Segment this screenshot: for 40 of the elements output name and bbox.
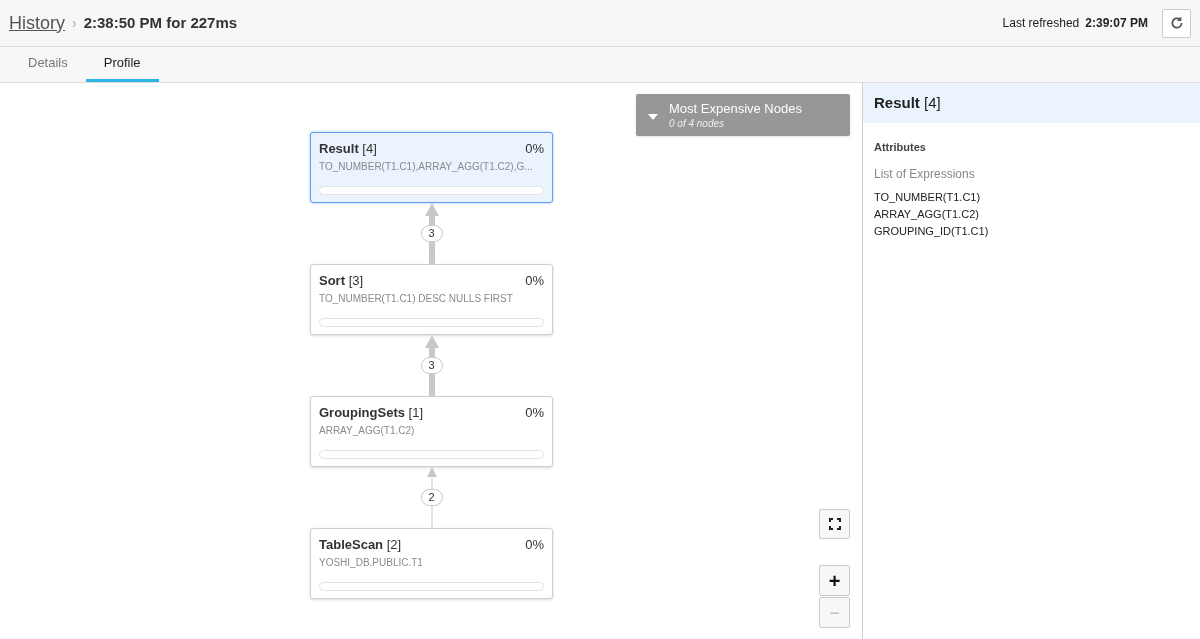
section-heading: Attributes <box>874 140 927 155</box>
expression-text: GROUPING_ID(T1.C1) <box>874 223 990 239</box>
refreshed-label: Last refreshed <box>1002 15 1080 32</box>
zoom-in-button[interactable]: + <box>819 565 850 596</box>
node-detail: TO_NUMBER(T1.C1) DESC NULLS FIRST <box>319 292 514 306</box>
node-title: TableScan [2] <box>319 536 402 555</box>
edge-label: 3 <box>420 225 443 242</box>
page-title: 2:38:50 PM for 227ms <box>83 12 238 33</box>
node-percent: 0% <box>525 272 544 291</box>
expression-text: ARRAY_AGG(T1.C2) <box>874 206 980 222</box>
plan-node[interactable]: Result [4] 0% TO_NUMBER(T1.C1),ARRAY_AGG(T1.C2),G... <box>310 132 553 203</box>
plan-node[interactable]: Sort [3] 0% TO_NUMBER(T1.C1) DESC NULLS FIRST <box>310 264 553 335</box>
tab[interactable]: Details <box>10 47 86 82</box>
list-label: List of Expressions <box>874 165 976 183</box>
panel-heading: Result [4] <box>874 92 941 113</box>
expression-text: TO_NUMBER(T1.C1) <box>874 189 982 205</box>
expand-icon <box>828 518 841 530</box>
node-percent: 0% <box>525 140 544 159</box>
node-percent: 0% <box>525 404 544 423</box>
plan-node[interactable]: GroupingSets [1] 0% ARRAY_AGG(T1.C2) <box>310 396 553 467</box>
refresh-button[interactable] <box>1162 8 1191 38</box>
refreshed-time: 2:39:07 PM <box>1085 15 1148 32</box>
node-detail: TO_NUMBER(T1.C1),ARRAY_AGG(T1.C2),G... <box>319 160 534 174</box>
plan-node[interactable]: TableScan [2] 0% YOSHI_DB.PUBLIC.T1 <box>310 528 553 599</box>
fit-view-button[interactable] <box>819 509 850 539</box>
edge-label: 3 <box>420 357 443 374</box>
node-title: Result [4] <box>319 140 377 159</box>
node-title: Sort [3] <box>319 272 364 291</box>
node-percent: 0% <box>525 536 544 555</box>
node-detail: YOSHI_DB.PUBLIC.T1 <box>319 556 424 570</box>
node-title: GroupingSets [1] <box>319 404 424 423</box>
caret-icon <box>648 114 658 120</box>
panel-subtitle: 0 of 4 nodes <box>669 116 726 130</box>
breadcrumb-link[interactable]: History <box>9 9 65 37</box>
breadcrumb-separator: › <box>72 13 77 33</box>
refresh-icon <box>1169 16 1184 30</box>
tab[interactable]: Profile <box>85 47 159 82</box>
node-detail: ARRAY_AGG(T1.C2) <box>319 424 416 438</box>
panel-title: Most Expensive Nodes <box>669 100 802 117</box>
edge-label: 2 <box>420 489 443 506</box>
